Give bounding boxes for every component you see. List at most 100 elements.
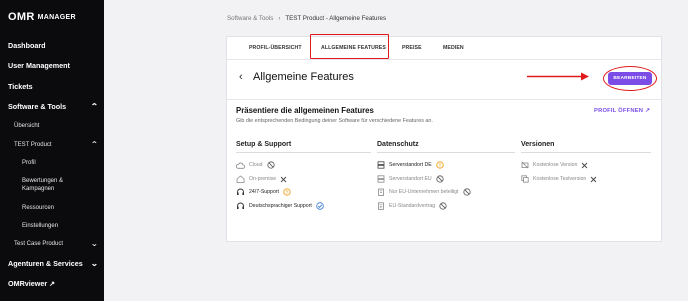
sidebar-item-label: Übersicht [14,123,40,129]
sidebar-item-label: User Management [8,61,70,70]
sidebar-item-label: Software & Tools [8,102,67,111]
feature-label: Serverstandort EU [389,176,432,182]
sidebar-item-label: Agenturen & Services [8,259,83,268]
feature-kostenlose-testversion: Kostenlose Testversion [521,175,597,183]
features-card: PROFIL-ÜBERSICHT ALLGEMEINE FEATURES PRE… [226,34,662,242]
no-tag-icon [521,161,529,169]
active-tab-highlight [310,34,389,59]
info-icon [283,188,291,196]
headset-icon [237,202,244,209]
sidebar-item-label: Dashboard [8,41,46,50]
sidebar-item-user-management[interactable]: User Management [8,61,98,70]
tab-profil-uebersicht[interactable]: PROFIL-ÜBERSICHT [249,45,302,51]
logo-manager-text: MANAGER [37,13,76,21]
close-icon [280,176,287,182]
blocked-icon [439,202,447,210]
info-icon [436,161,444,169]
feature-label: Nur EU-Unternehmen beteiligt [389,189,459,195]
sidebar-item-label: Ressourcen [22,205,55,211]
document-icon [378,202,384,210]
feature-label: Kostenlose Version [533,162,578,168]
blocked-icon [462,188,471,196]
feature-cloud: Cloud [236,161,275,169]
divider [227,99,661,100]
chevron-down-icon[interactable]: ⌄ [91,259,99,268]
edit-button[interactable]: BEARBEITEN [608,72,652,85]
close-icon [582,162,588,168]
building-icon [378,188,384,196]
blocked-icon [266,161,275,169]
sidebar-item-uebersicht[interactable]: Übersicht [14,123,98,129]
breadcrumb-current: TEST Product - Allgemeine Features [285,15,387,22]
cloud-icon [236,162,245,169]
blocked-icon [436,175,444,183]
sidebar-item-label: Einstellungen [22,223,59,229]
sidebar-item-label: Bewertungen & [22,178,64,184]
server-icon [377,161,385,169]
sidebar-item-software-tools[interactable]: Software & Tools ⌃ [8,102,99,111]
page-title: Allgemeine Features [253,71,354,83]
section-subtitle: Gib die entsprechenden Bedingung deiner … [236,118,433,124]
server-icon [377,175,385,183]
column-title: Setup & Support [236,141,371,153]
check-badge-icon [316,202,324,210]
sidebar-item-label: Test Case Product [14,241,64,247]
sidebar-item-test-product[interactable]: TEST Product ⌃ [14,141,99,149]
feature-label: Kostenlose Testversion [533,176,587,182]
sidebar: OMR MANAGER Dashboard User Management Ti… [0,0,104,301]
sidebar-item-einstellungen[interactable]: Einstellungen [22,223,98,229]
sidebar-item-profil[interactable]: Profil [22,160,98,166]
tab-preise[interactable]: PREISE [402,45,422,51]
setup-support-column: Setup & Support [236,141,371,153]
column-title: Versionen [521,141,651,153]
sidebar-item-label: TEST Product [14,142,52,148]
sidebar-item-agenturen-services[interactable]: Agenturen & Services ⌄ [8,259,99,268]
sidebar-item-omrviewer[interactable]: OMRviewer ↗ [8,279,98,288]
chevron-up-icon[interactable]: ⌃ [91,102,99,111]
datenschutz-column: Datenschutz [377,141,515,153]
copy-icon [521,175,529,183]
chevron-up-icon[interactable]: ⌃ [91,141,99,149]
feature-on-premise: On-premise [236,175,287,183]
breadcrumb: Software & Tools › TEST Product - Allgem… [227,15,386,22]
sidebar-item-dashboard[interactable]: Dashboard [8,41,98,50]
sidebar-item-test-case-product[interactable]: Test Case Product ⌄ [14,240,99,248]
feature-label: Deutschsprachiger Support [249,203,312,209]
feature-label: Cloud [249,162,263,168]
chevron-down-icon[interactable]: ⌄ [91,240,99,248]
sidebar-item-label: Tickets [8,82,33,91]
feature-nur-eu-unternehmen: Nur EU-Unternehmen beteiligt [377,188,471,196]
sidebar-item-ressourcen[interactable]: Ressourcen [22,205,98,211]
sidebar-item-bewertungen[interactable]: Bewertungen & [22,178,98,184]
home-icon [236,175,245,183]
feature-24-7-support: 24/7-Support [236,188,291,196]
logo-omr-text: OMR [8,11,35,23]
feature-label: Serverstandort DE [389,162,432,168]
tab-medien[interactable]: MEDIEN [443,45,464,51]
section-title: Präsentiere die allgemeinen Features [236,106,374,115]
feature-kostenlose-version: Kostenlose Version [521,161,588,169]
sidebar-item-label: Kampagnen [22,186,55,192]
feature-eu-standardvertrag: EU-Standardvertrag [377,202,447,210]
breadcrumb-separator: › [278,15,281,22]
feature-label: 24/7-Support [249,189,279,195]
back-icon[interactable]: ‹ [239,71,243,83]
feature-deutschsprachiger-support: Deutschsprachiger Support [236,202,324,210]
sidebar-item-tickets[interactable]: Tickets [8,82,98,91]
close-icon [590,176,597,182]
sidebar-item-kampagnen[interactable]: Kampagnen [22,186,98,192]
tab-bar: PROFIL-ÜBERSICHT ALLGEMEINE FEATURES PRE… [227,34,661,60]
feature-serverstandort-de: Serverstandort DE [377,161,444,169]
feature-label: On-premise [249,176,277,182]
sidebar-item-label: OMRviewer ↗ [8,279,56,288]
column-title: Datenschutz [377,141,515,153]
open-profile-link[interactable]: PROFIL ÖFFNEN ↗ [594,108,650,114]
feature-label: EU-Standardvertrag [389,203,436,209]
breadcrumb-parent[interactable]: Software & Tools [227,15,273,22]
annotation-arrow-icon [527,72,589,81]
feature-serverstandort-eu: Serverstandort EU [377,175,444,183]
versionen-column: Versionen [521,141,651,153]
omr-logo[interactable]: OMR MANAGER [8,11,76,23]
sidebar-item-label: Profil [22,160,36,166]
headset-icon [237,188,244,195]
